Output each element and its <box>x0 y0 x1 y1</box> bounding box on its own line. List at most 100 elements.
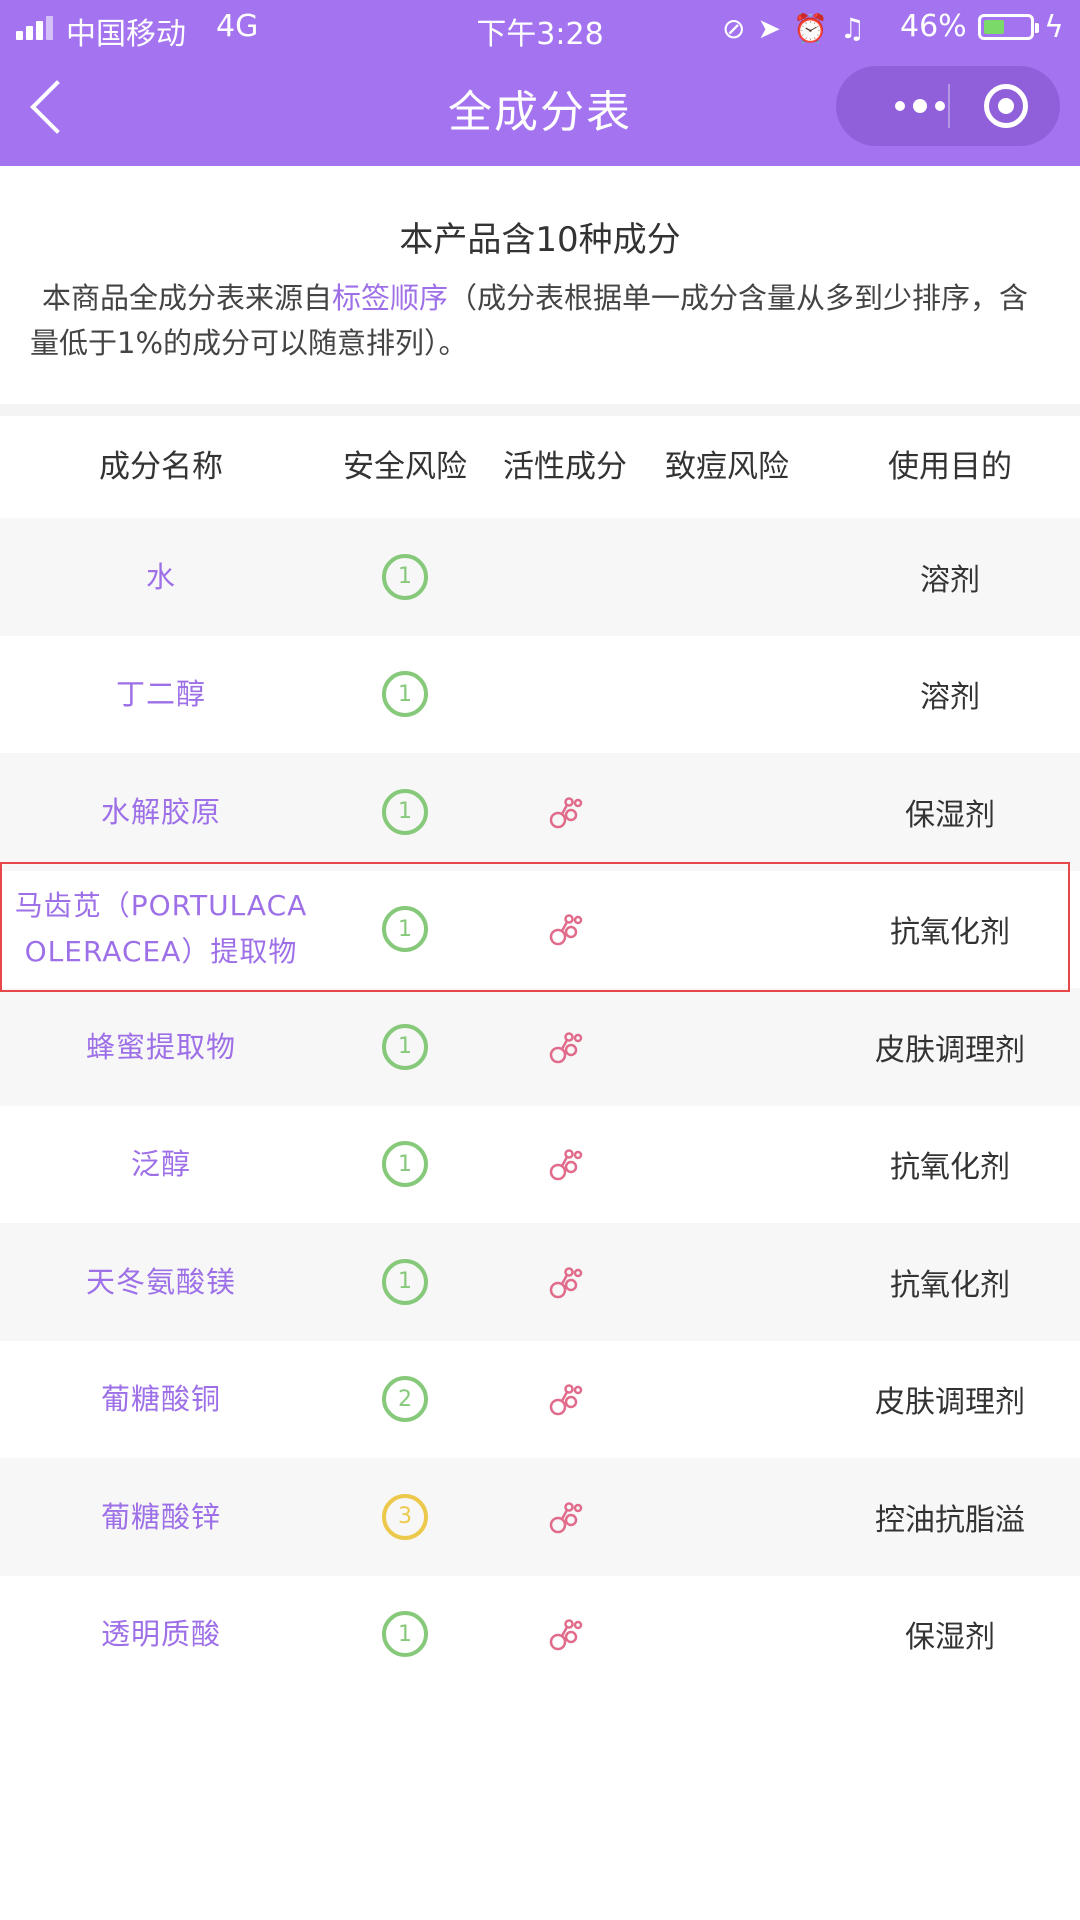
ingredient-name-cell[interactable]: 水解胶原 <box>0 753 322 871</box>
purpose-label: 抗氧化剂 <box>890 1150 1010 1186</box>
active-ingredient-icon <box>549 1384 583 1416</box>
ingredient-name-cell[interactable]: 透明质酸 <box>0 1576 322 1694</box>
ingredient-name[interactable]: 水解胶原 <box>101 789 221 835</box>
purpose-label: 抗氧化剂 <box>890 915 1010 951</box>
active-cell <box>488 518 642 636</box>
table-row[interactable]: 水 1 溶剂 <box>0 518 1080 636</box>
purpose-label: 皮肤调理剂 <box>875 1032 1025 1068</box>
top-bar: 中国移动 4G 下午3:28 ⊘ ➤ ⏰ ♫ 46% ϟ 全成分表 <box>0 0 1080 166</box>
purpose-cell: 控油抗脂溢 <box>840 1458 1060 1576</box>
active-ingredient-icon <box>549 1502 583 1533</box>
desc-prefix: 本商品全成分表来源自 <box>42 281 333 315</box>
active-cell <box>488 1576 642 1694</box>
miniprogram-close-icon[interactable] <box>984 84 1028 128</box>
safety-badge: 1 <box>382 553 428 600</box>
table-row[interactable]: 水解胶原 1 保湿剂 <box>0 753 1080 871</box>
ingredient-name-cell[interactable]: 蜂蜜提取物 <box>0 988 322 1106</box>
active-cell <box>488 1458 642 1576</box>
purpose-label: 保湿剂 <box>905 1620 995 1656</box>
safety-badge: 1 <box>382 671 428 718</box>
table-row[interactable]: 葡糖酸铜 2 皮肤调理剂 <box>0 1341 1080 1459</box>
active-ingredient-icon <box>549 1619 583 1651</box>
safety-cell: 1 <box>322 1576 488 1694</box>
acne-cell <box>642 988 812 1106</box>
safety-badge: 1 <box>382 1611 428 1658</box>
orientation-lock-icon: ⊘ <box>722 12 746 45</box>
acne-cell <box>642 636 812 754</box>
alarm-icon: ⏰ <box>792 12 828 45</box>
status-icons: ⊘ ➤ ⏰ ♫ <box>722 9 902 49</box>
safety-cell: 1 <box>322 753 488 871</box>
ingredient-name-cell[interactable]: 葡糖酸铜 <box>0 1341 322 1459</box>
safety-badge: 1 <box>382 1023 428 1070</box>
safety-badge: 1 <box>382 906 428 953</box>
acne-cell <box>642 1458 812 1576</box>
safety-cell: 1 <box>322 636 488 754</box>
ingredient-name-cell[interactable]: 丁二醇 <box>0 636 322 754</box>
ingredient-name[interactable]: 丁二醇 <box>116 671 206 717</box>
safety-cell: 1 <box>322 1106 488 1224</box>
ingredient-name-cell[interactable]: 葡糖酸锌 <box>0 1458 322 1576</box>
purpose-cell: 抗氧化剂 <box>840 1106 1060 1224</box>
section-divider <box>0 404 1080 416</box>
table-row[interactable]: 泛醇 1 抗氧化剂 <box>0 1106 1080 1224</box>
header-acne: 致痘风险 <box>665 449 789 485</box>
ingredient-name[interactable]: 水 <box>146 554 176 600</box>
safety-cell: 1 <box>322 1223 488 1341</box>
header-name: 成分名称 <box>99 449 223 485</box>
table-row[interactable]: 丁二醇 1 溶剂 <box>0 636 1080 754</box>
safety-cell: 1 <box>322 518 488 636</box>
table-row[interactable]: 葡糖酸锌 3 控油抗脂溢 <box>0 1458 1080 1576</box>
ingredient-name-cell[interactable]: 水 <box>0 518 322 636</box>
purpose-cell: 抗氧化剂 <box>840 1223 1060 1341</box>
battery-icon <box>978 14 1039 40</box>
table-row[interactable]: 天冬氨酸镁 1 抗氧化剂 <box>0 1223 1080 1341</box>
ingredient-count-summary: 本产品含10种成分 <box>399 220 681 260</box>
acne-cell <box>642 1106 812 1224</box>
miniprogram-capsule <box>836 66 1060 146</box>
label-order-link[interactable]: 标签顺序 <box>332 281 448 315</box>
safety-cell: 1 <box>322 988 488 1106</box>
active-cell <box>488 1341 642 1459</box>
purpose-cell: 皮肤调理剂 <box>840 1341 1060 1459</box>
ingredient-name[interactable]: 蜂蜜提取物 <box>86 1024 236 1070</box>
purpose-cell: 抗氧化剂 <box>840 871 1060 989</box>
ingredient-name[interactable]: 泛醇 <box>131 1141 191 1187</box>
status-bar: 中国移动 4G 下午3:28 ⊘ ➤ ⏰ ♫ 46% ϟ <box>0 0 1080 56</box>
location-icon: ➤ <box>757 12 781 45</box>
acne-cell <box>642 1576 812 1694</box>
ingredient-name[interactable]: 葡糖酸锌 <box>101 1494 221 1540</box>
ingredient-name[interactable]: 天冬氨酸镁 <box>86 1259 236 1305</box>
more-dots-icon[interactable] <box>870 66 970 146</box>
safety-badge: 1 <box>382 1141 428 1188</box>
charging-icon: ϟ <box>1044 10 1064 45</box>
purpose-label: 保湿剂 <box>905 797 995 833</box>
acne-cell <box>642 871 812 989</box>
safety-badge: 1 <box>382 788 428 835</box>
safety-badge: 1 <box>382 1258 428 1305</box>
active-cell <box>488 1106 642 1224</box>
ingredient-name[interactable]: 透明质酸 <box>101 1611 221 1657</box>
active-ingredient-icon <box>549 1032 583 1063</box>
purpose-cell: 保湿剂 <box>840 753 1060 871</box>
header-purpose: 使用目的 <box>888 449 1012 485</box>
ingredient-name[interactable]: 葡糖酸铜 <box>101 1376 221 1422</box>
ingredient-name[interactable]: 马齿苋（PORTULACA OLERACEA）提取物 <box>0 883 322 975</box>
acne-cell <box>642 1341 812 1459</box>
ingredient-name-cell[interactable]: 天冬氨酸镁 <box>0 1223 322 1341</box>
safety-badge: 3 <box>382 1493 428 1540</box>
acne-cell <box>642 753 812 871</box>
active-ingredient-icon <box>549 1267 583 1298</box>
active-cell <box>488 636 642 754</box>
ingredient-name-cell[interactable]: 泛醇 <box>0 1106 322 1224</box>
acne-cell <box>642 1223 812 1341</box>
safety-cell: 2 <box>322 1341 488 1459</box>
purpose-label: 抗氧化剂 <box>890 1267 1010 1303</box>
table-row[interactable]: 蜂蜜提取物 1 皮肤调理剂 <box>0 988 1080 1106</box>
purpose-cell: 保湿剂 <box>840 1576 1060 1694</box>
table-row[interactable]: 透明质酸 1 保湿剂 <box>0 1576 1080 1694</box>
table-row[interactable]: 马齿苋（PORTULACA OLERACEA）提取物 1 抗氧化剂 <box>0 871 1080 989</box>
ingredient-name-cell[interactable]: 马齿苋（PORTULACA OLERACEA）提取物 <box>0 871 322 989</box>
active-ingredient-icon <box>549 1149 583 1181</box>
active-cell <box>488 1223 642 1341</box>
